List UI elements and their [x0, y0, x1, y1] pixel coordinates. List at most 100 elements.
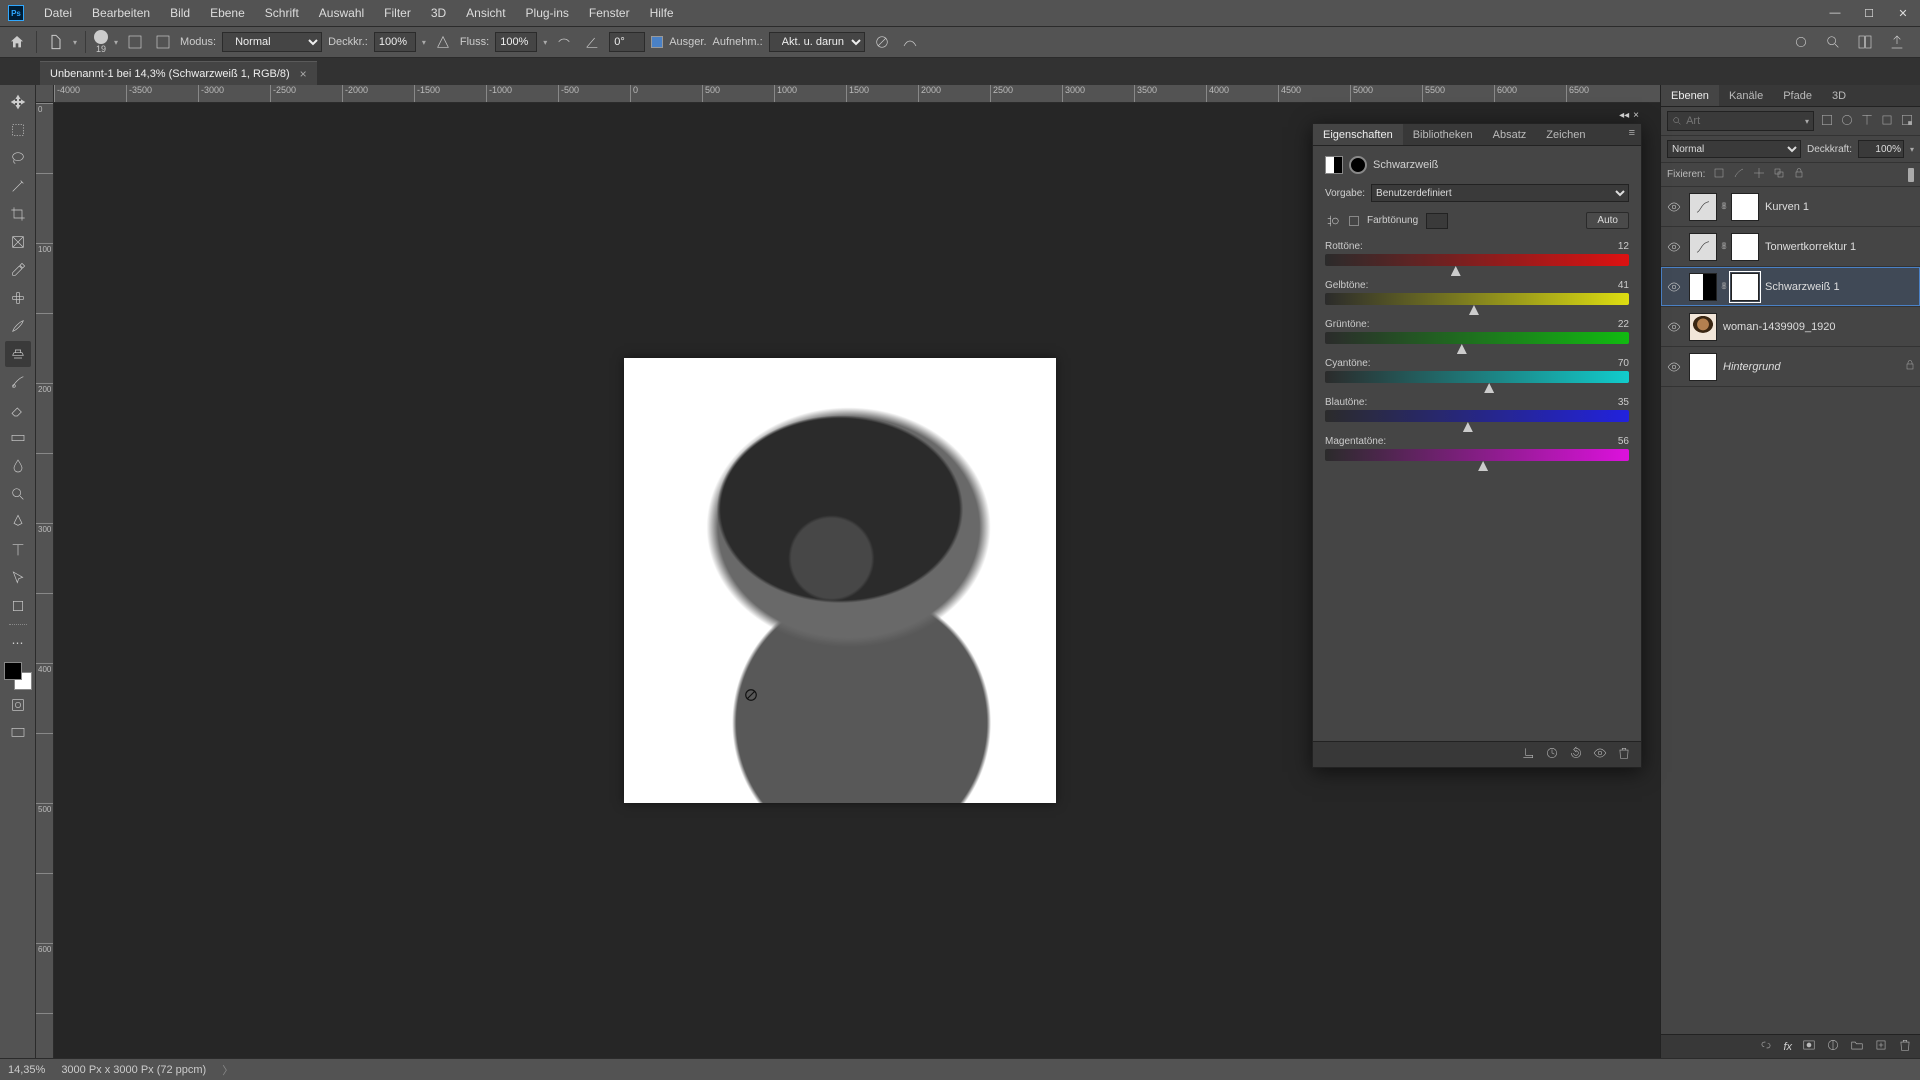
slider-value[interactable]: 35	[1618, 397, 1629, 408]
dropdown-icon[interactable]: ▾	[422, 38, 426, 47]
adj-thumb[interactable]	[1689, 233, 1717, 261]
lock-paint-icon[interactable]	[1733, 167, 1745, 182]
targeted-adj-icon[interactable]	[1325, 213, 1341, 229]
fx-icon[interactable]: fx	[1783, 1041, 1792, 1053]
collapse-icon[interactable]: ◂◂	[1619, 110, 1629, 121]
layer-name[interactable]: Schwarzweiß 1	[1765, 281, 1840, 293]
layer-row[interactable]: 𝟠Schwarzweiß 1	[1661, 267, 1920, 307]
menu-fenster[interactable]: Fenster	[579, 6, 640, 20]
lock-all-icon[interactable]	[1793, 167, 1805, 182]
menu-bearbeiten[interactable]: Bearbeiten	[82, 6, 160, 20]
slider-track[interactable]	[1325, 293, 1629, 305]
lock-icon[interactable]	[1904, 359, 1916, 374]
canvas-area[interactable]: ◂◂ × EigenschaftenBibliothekenAbsatzZeic…	[54, 103, 1660, 1058]
eraser-tool-icon[interactable]	[5, 397, 31, 423]
adj-thumb[interactable]	[1689, 193, 1717, 221]
layers-tab-ebenen[interactable]: Ebenen	[1661, 85, 1719, 106]
opacity-input[interactable]	[374, 32, 416, 52]
visibility-toggle-icon[interactable]	[1665, 238, 1683, 256]
brush-settings-icon[interactable]	[152, 31, 174, 53]
menu-datei[interactable]: Datei	[34, 6, 82, 20]
lock-trans-icon[interactable]	[1713, 167, 1725, 182]
dropdown-icon[interactable]: ▾	[1910, 145, 1914, 154]
mask-thumb[interactable]	[1731, 273, 1759, 301]
panel-menu-icon[interactable]: ≡	[1629, 127, 1635, 139]
adj-thumb[interactable]	[1689, 273, 1717, 301]
filter-smart-icon[interactable]	[1900, 113, 1914, 130]
menu-hilfe[interactable]: Hilfe	[640, 6, 684, 20]
close-icon[interactable]: ×	[300, 67, 307, 81]
angle-input[interactable]	[609, 32, 645, 52]
pressure-opacity-icon[interactable]	[432, 31, 454, 53]
fill-slider-icon[interactable]	[1908, 168, 1914, 182]
blend-mode-select[interactable]: Normal	[222, 32, 322, 52]
brush-preview[interactable]: 19	[94, 30, 108, 54]
slider-handle[interactable]	[1478, 461, 1488, 471]
slider-handle[interactable]	[1484, 383, 1494, 393]
menu-filter[interactable]: Filter	[374, 6, 421, 20]
layer-row[interactable]: Hintergrund	[1661, 347, 1920, 387]
layer-row[interactable]: 𝟠 Tonwertkorrektur 1	[1661, 227, 1920, 267]
home-icon[interactable]	[6, 31, 28, 53]
maximize-button[interactable]: ☐	[1852, 0, 1886, 26]
fg-color-swatch[interactable]	[4, 662, 22, 680]
layer-row[interactable]: woman-1439909_1920	[1661, 307, 1920, 347]
wand-tool-icon[interactable]	[5, 173, 31, 199]
layer-name[interactable]: woman-1439909_1920	[1723, 321, 1836, 333]
menu-plug-ins[interactable]: Plug-ins	[516, 6, 579, 20]
frame-tool-icon[interactable]	[5, 229, 31, 255]
filter-type-icon[interactable]	[1860, 113, 1874, 130]
type-tool-icon[interactable]	[5, 537, 31, 563]
share-icon[interactable]	[1886, 31, 1908, 53]
visibility-icon[interactable]	[1593, 746, 1607, 763]
filter-adj-icon[interactable]	[1840, 113, 1854, 130]
close-button[interactable]: ✕	[1886, 0, 1920, 26]
blur-tool-icon[interactable]	[5, 453, 31, 479]
visibility-toggle-icon[interactable]	[1665, 318, 1683, 336]
dropdown-icon[interactable]: ▾	[114, 38, 118, 47]
layer-opacity-input[interactable]	[1858, 140, 1904, 158]
view-previous-icon[interactable]	[1545, 746, 1559, 763]
dropdown-icon[interactable]: ▾	[543, 38, 547, 47]
mask-thumb[interactable]	[1731, 193, 1759, 221]
search-icon[interactable]	[1822, 31, 1844, 53]
layer-search-input[interactable]	[1686, 115, 1801, 127]
menu-ansicht[interactable]: Ansicht	[456, 6, 515, 20]
slider-value[interactable]: 56	[1618, 436, 1629, 447]
workspace-icon[interactable]	[1854, 31, 1876, 53]
lock-nest-icon[interactable]	[1773, 167, 1785, 182]
link-layers-icon[interactable]	[1759, 1038, 1773, 1055]
chevron-right-icon[interactable]: 〉	[222, 1062, 233, 1078]
dodge-tool-icon[interactable]	[5, 481, 31, 507]
visibility-toggle-icon[interactable]	[1665, 358, 1683, 376]
properties-tab-absatz[interactable]: Absatz	[1483, 124, 1537, 145]
shape-tool-icon[interactable]	[5, 593, 31, 619]
menu-ebene[interactable]: Ebene	[200, 6, 255, 20]
edit-toolbar-icon[interactable]: ⋯	[5, 630, 31, 656]
color-swatch[interactable]	[4, 662, 32, 690]
slider-track[interactable]	[1325, 371, 1629, 383]
layer-blend-select[interactable]: Normal	[1667, 140, 1801, 158]
properties-tab-bibliotheken[interactable]: Bibliotheken	[1403, 124, 1483, 145]
sample-select[interactable]: Akt. u. darunter	[769, 32, 865, 52]
brush-tool-icon[interactable]	[5, 313, 31, 339]
layer-name[interactable]: Kurven 1	[1765, 201, 1809, 213]
reset-icon[interactable]	[1569, 746, 1583, 763]
screenmode-icon[interactable]	[5, 720, 31, 746]
dropdown-icon[interactable]: ▾	[73, 38, 77, 47]
doc-info[interactable]: 3000 Px x 3000 Px (72 ppcm)	[61, 1064, 206, 1076]
link-icon[interactable]: 𝟠	[1719, 241, 1729, 252]
layer-filter-type[interactable]: ▾	[1667, 111, 1814, 131]
add-adj-icon[interactable]	[1826, 1038, 1840, 1055]
slider-value[interactable]: 70	[1618, 358, 1629, 369]
dropdown-icon[interactable]: ▾	[1805, 117, 1809, 126]
slider-track[interactable]	[1325, 410, 1629, 422]
slider-handle[interactable]	[1451, 266, 1461, 276]
layer-row[interactable]: 𝟠Kurven 1	[1661, 187, 1920, 227]
slider-track[interactable]	[1325, 254, 1629, 266]
layer-name[interactable]: Tonwertkorrektur 1	[1765, 241, 1856, 253]
tool-preset-icon[interactable]	[45, 31, 67, 53]
menu-3d[interactable]: 3D	[421, 6, 456, 20]
menu-schrift[interactable]: Schrift	[255, 6, 309, 20]
heal-tool-icon[interactable]	[5, 285, 31, 311]
